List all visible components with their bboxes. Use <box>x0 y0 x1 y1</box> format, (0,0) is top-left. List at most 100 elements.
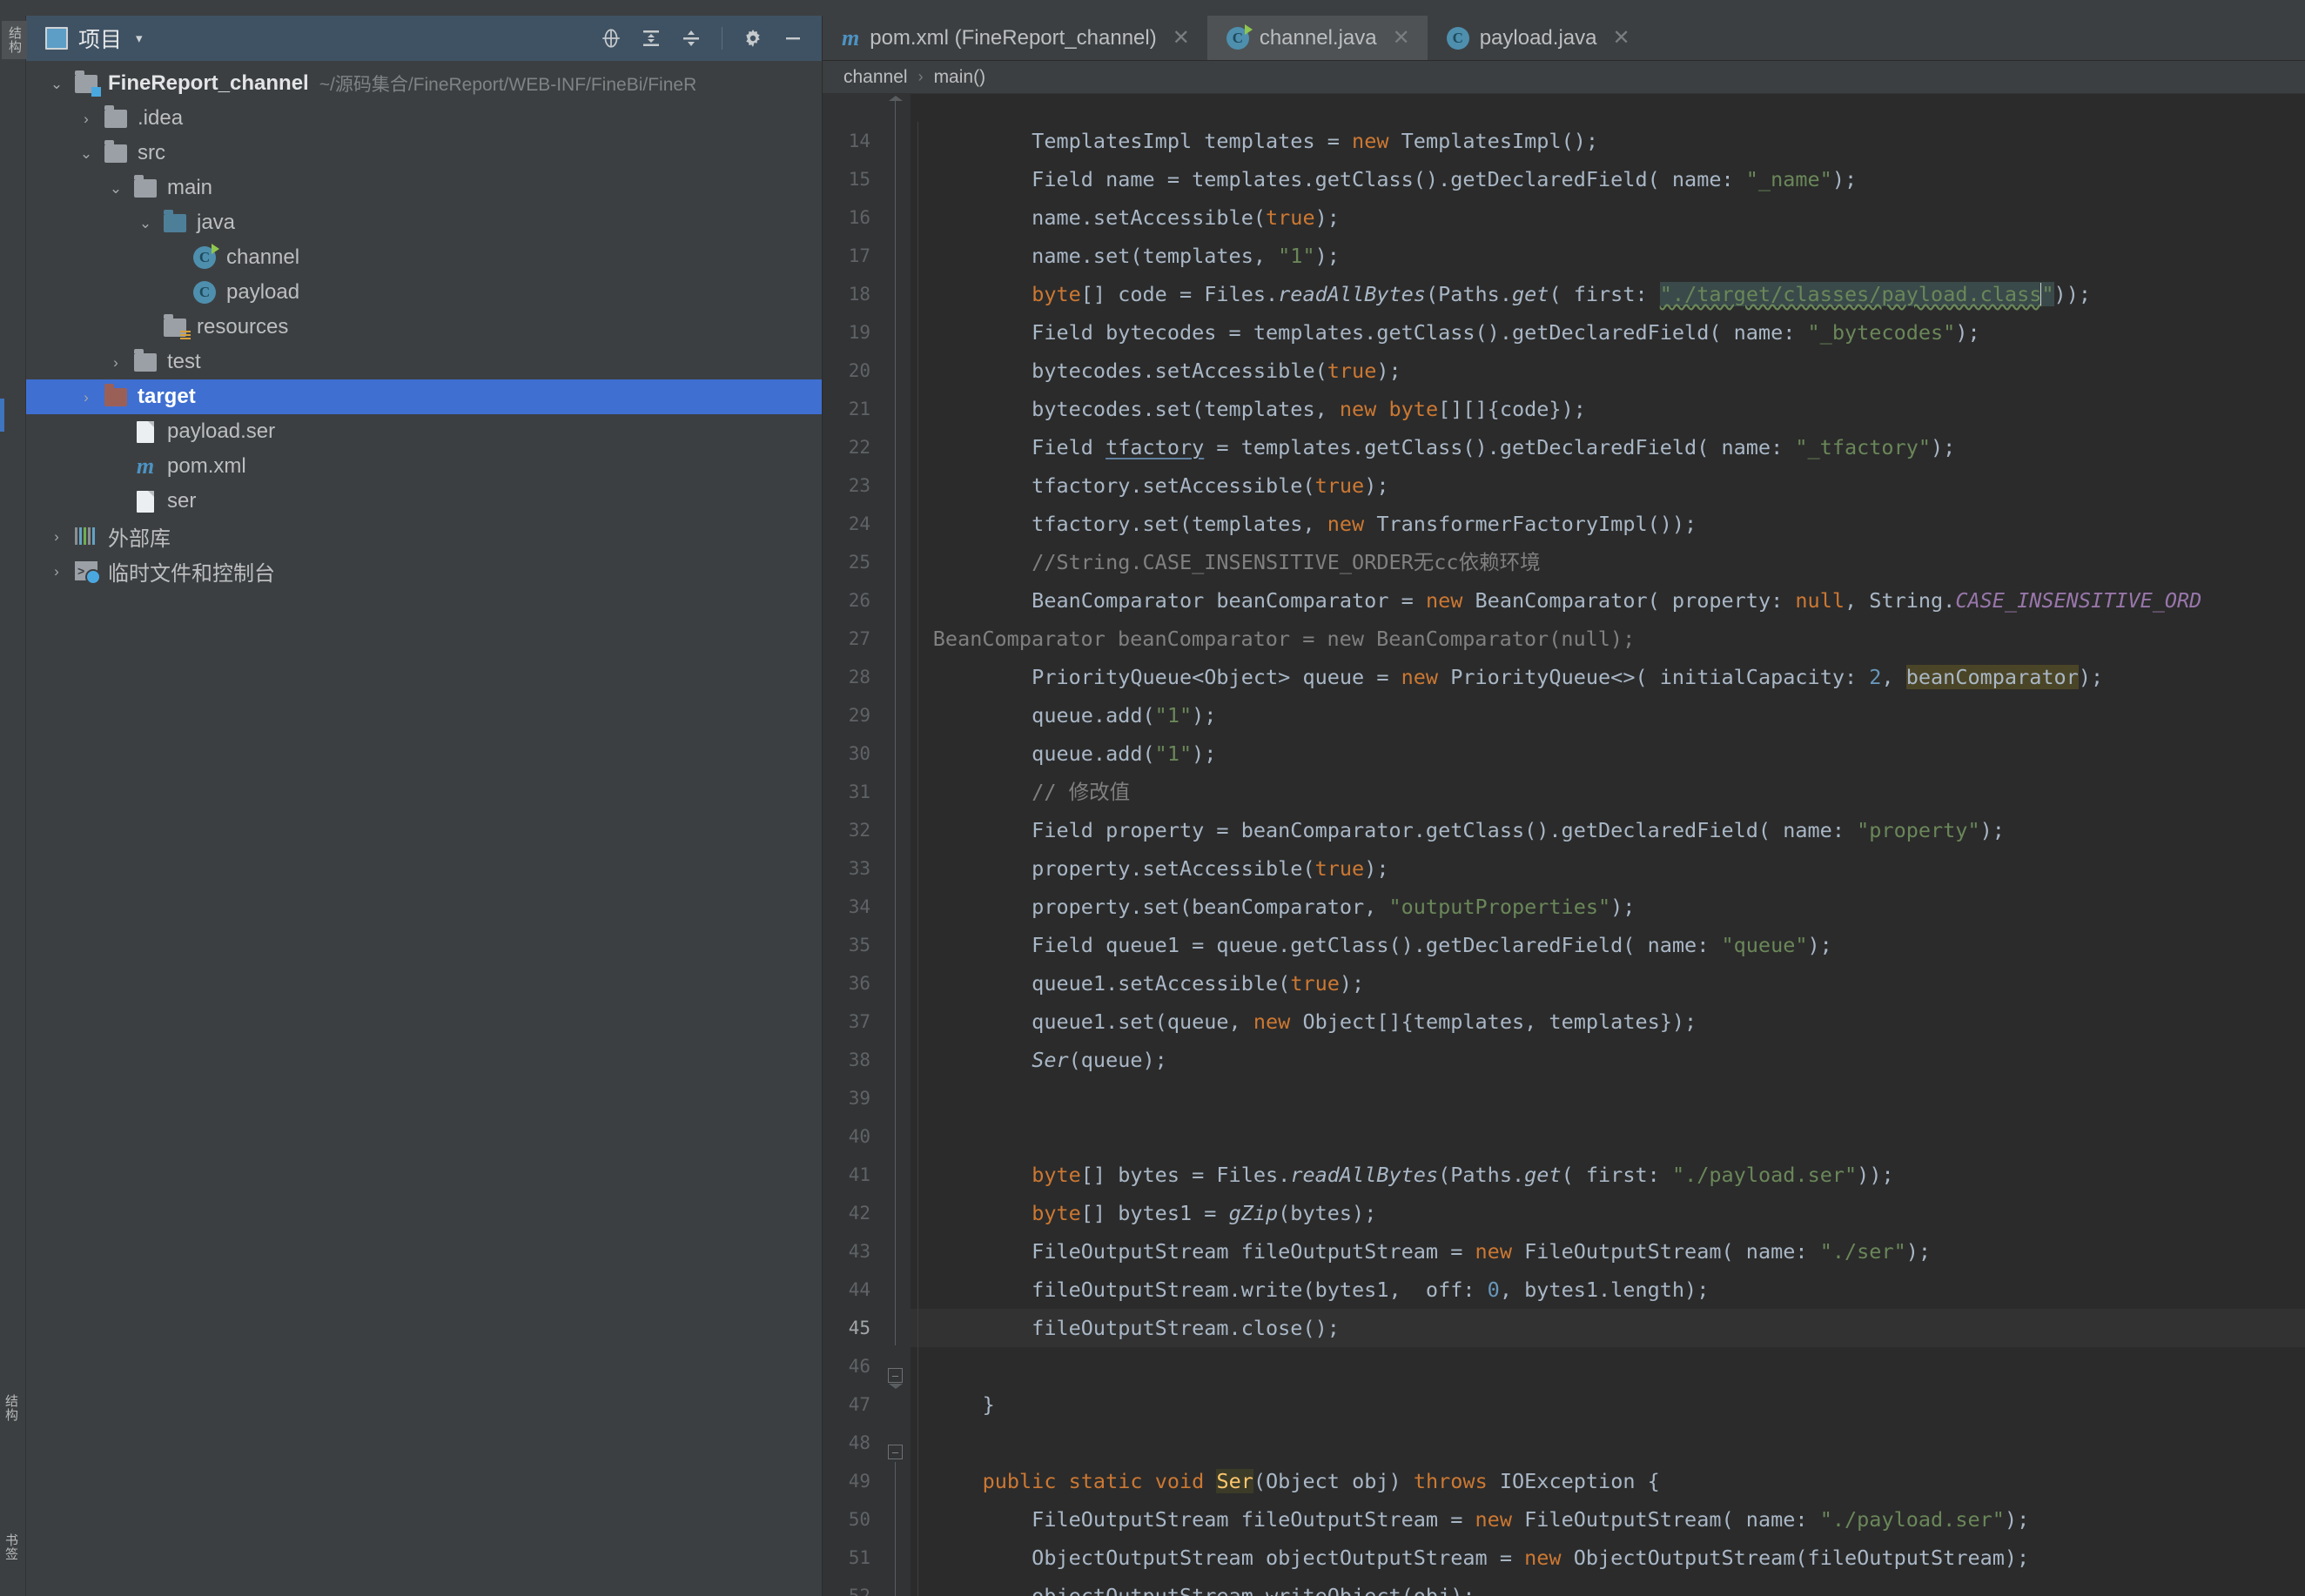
tab-label: channel.java <box>1259 25 1377 50</box>
code-line[interactable]: Field property = beanComparator.getClass… <box>911 811 2305 849</box>
breadcrumb-item-class[interactable]: channel <box>843 67 908 88</box>
line-number: 17 <box>848 245 870 266</box>
resources-folder-icon <box>164 313 191 340</box>
tree-item-payload[interactable]: Cpayload <box>26 275 822 310</box>
code-line[interactable]: public static void Ser(Object obj) throw… <box>911 1462 2305 1500</box>
code-line[interactable]: Field bytecodes = templates.getClass().g… <box>911 313 2305 352</box>
code-line[interactable]: fileOutputStream.write(bytes1, off: 0, b… <box>911 1271 2305 1309</box>
editor-tab-channel-java[interactable]: Cchannel.java ✕ <box>1206 16 1428 60</box>
tree-item-target[interactable]: › target <box>26 379 822 414</box>
code-line[interactable]: PriorityQueue<Object> queue = new Priori… <box>911 658 2305 696</box>
tree-item-.idea[interactable]: › .idea <box>26 101 822 136</box>
tree-item-payload.ser[interactable]: payload.ser <box>26 414 822 449</box>
fold-collapse-icon-47[interactable]: – <box>888 1368 903 1383</box>
tab-close-icon[interactable]: ✕ <box>1612 25 1630 50</box>
tree-item-src[interactable]: ⌄ src <box>26 136 822 171</box>
tool-strip-bookmarks-tab[interactable]: 书签 <box>2 1533 20 1561</box>
code-line[interactable]: bytecodes.setAccessible(true); <box>911 352 2305 390</box>
code-line[interactable]: byte[] code = Files.readAllBytes(Paths.g… <box>911 275 2305 313</box>
tab-close-icon[interactable]: ✕ <box>1393 25 1410 50</box>
tree-item-label: resources <box>197 315 289 339</box>
tree-item-resources[interactable]: resources <box>26 310 822 345</box>
code-line[interactable]: // 修改值 <box>911 773 2305 811</box>
code-line[interactable] <box>911 1424 2305 1462</box>
code-line[interactable]: property.setAccessible(true); <box>911 849 2305 888</box>
code-line[interactable]: } <box>911 1385 2305 1424</box>
breadcrumb-item-method[interactable]: main() <box>934 67 986 88</box>
hide-panel-icon[interactable] <box>778 23 808 53</box>
tree-expand-arrow[interactable]: ⌄ <box>71 146 101 161</box>
tree-item-channel[interactable]: Cchannel <box>26 240 822 275</box>
project-panel-title: 项目 <box>78 28 123 52</box>
code-line[interactable]: tfactory.set(templates, new TransformerF… <box>911 505 2305 543</box>
code-line[interactable]: queue.add("1"); <box>911 696 2305 734</box>
code-line[interactable]: property.set(beanComparator, "outputProp… <box>911 888 2305 926</box>
tree-item-临时文件和控制台[interactable]: › > 临时文件和控制台 <box>26 553 822 588</box>
code-line[interactable]: byte[] bytes = Files.readAllBytes(Paths.… <box>911 1156 2305 1194</box>
code-line[interactable]: BeanComparator beanComparator = new Bean… <box>911 581 2305 620</box>
java-runnable-class-icon: C <box>1226 23 1253 50</box>
code-line[interactable]: Field name = templates.getClass().getDec… <box>911 160 2305 198</box>
collapse-all-icon[interactable] <box>676 23 706 53</box>
tree-item-ser[interactable]: ser <box>26 484 822 519</box>
code-line[interactable]: Field queue1 = queue.getClass().getDecla… <box>911 926 2305 964</box>
editor-tab-pom-xml[interactable]: m pom.xml (FineReport_channel) ✕ <box>823 16 1207 60</box>
tree-item-main[interactable]: ⌄ main <box>26 171 822 205</box>
tree-item-test[interactable]: › test <box>26 345 822 379</box>
code-line[interactable]: objectOutputStream.writeObject(obj); <box>911 1577 2305 1596</box>
tree-expand-arrow[interactable]: ⌄ <box>131 216 160 231</box>
tree-expand-arrow[interactable]: ⌄ <box>101 181 131 196</box>
tree-expand-arrow[interactable]: › <box>101 355 131 370</box>
code-line[interactable]: TemplatesImpl templates = new TemplatesI… <box>911 122 2305 160</box>
code-editor[interactable]: 14 15 16 17 18 19 20 21 22 23 24 25 26 27 28 29 30 31 32 33… <box>823 94 2305 1596</box>
locate-icon[interactable] <box>596 23 626 53</box>
code-line[interactable]: tfactory.setAccessible(true); <box>911 466 2305 505</box>
code-line[interactable]: bytecodes.set(templates, new byte[][]{co… <box>911 390 2305 428</box>
settings-gear-icon[interactable] <box>738 23 768 53</box>
line-number: 46 <box>848 1356 870 1377</box>
expand-all-icon[interactable] <box>636 23 666 53</box>
tree-expand-arrow[interactable]: ⌄ <box>42 77 71 91</box>
code-line[interactable]: // BeanComparator beanComparator = new B… <box>911 620 2305 658</box>
code-line[interactable]: Ser(queue); <box>911 1041 2305 1079</box>
fold-collapse-icon-49[interactable]: – <box>888 1445 903 1459</box>
tree-expand-arrow[interactable]: › <box>42 564 71 579</box>
tree-item-finereport_channel[interactable]: ⌄ FineReport_channel ~/源码集合/FineReport/WEB… <box>26 66 822 101</box>
code-line[interactable]: name.set(templates, "1"); <box>911 237 2305 275</box>
code-line[interactable]: FileOutputStream fileOutputStream = new … <box>911 1232 2305 1271</box>
tree-expand-arrow[interactable]: › <box>71 111 101 126</box>
code-line[interactable]: Field tfactory = templates.getClass().ge… <box>911 428 2305 466</box>
tree-item-pom.xml[interactable]: m pom.xml <box>26 449 822 484</box>
tab-close-icon[interactable]: ✕ <box>1173 25 1190 50</box>
fold-gutter[interactable]: – – <box>879 94 911 1596</box>
tree-item-外部库[interactable]: › 外部库 <box>26 519 822 553</box>
code-line[interactable]: queue.add("1"); <box>911 734 2305 773</box>
breadcrumb[interactable]: channel › main() <box>823 61 2305 94</box>
editor-tabbar[interactable]: m pom.xml (FineReport_channel) ✕ Cchannel.j… <box>823 16 2305 61</box>
project-panel-header: 项目 ▾ <box>26 16 822 61</box>
code-line[interactable]: FileOutputStream fileOutputStream = new … <box>911 1500 2305 1539</box>
project-tree[interactable]: ⌄ FineReport_channel ~/源码集合/FineReport/WEB… <box>26 61 822 1596</box>
code-text[interactable]: TemplatesImpl templates = new TemplatesI… <box>911 94 2305 1596</box>
tree-expand-arrow[interactable]: › <box>71 390 101 405</box>
tree-item-path: ~/源码集合/FineReport/WEB-INF/FineBi/FineR <box>319 75 697 95</box>
editor-tab-payload-java[interactable]: Cpayload.java ✕ <box>1428 16 1648 60</box>
tool-strip-structure-tab[interactable]: 结构 <box>2 1394 20 1422</box>
tree-item-java[interactable]: ⌄ java <box>26 205 822 240</box>
fold-caret-top-icon[interactable] <box>889 96 903 101</box>
code-line[interactable]: fileOutputStream.close(); <box>911 1309 2305 1347</box>
code-line[interactable]: queue1.setAccessible(true); <box>911 964 2305 1003</box>
chevron-down-icon[interactable]: ▾ <box>136 30 143 46</box>
code-line[interactable]: name.setAccessible(true); <box>911 198 2305 237</box>
code-line[interactable] <box>911 1347 2305 1385</box>
code-line[interactable]: ObjectOutputStream objectOutputStream = … <box>911 1539 2305 1577</box>
tree-expand-arrow[interactable]: › <box>42 529 71 544</box>
code-line[interactable] <box>911 1079 2305 1117</box>
line-number: 18 <box>848 284 870 305</box>
code-line[interactable]: //String.CASE_INSENSITIVE_ORDER无cc依赖环境 <box>911 543 2305 581</box>
code-line[interactable]: queue1.set(queue, new Object[]{templates… <box>911 1003 2305 1041</box>
code-line[interactable]: byte[] bytes1 = gZip(bytes); <box>911 1194 2305 1232</box>
project-view-icon <box>45 27 68 50</box>
tool-strip-top-tab[interactable]: 结构 <box>2 21 27 59</box>
code-line[interactable] <box>911 1117 2305 1156</box>
